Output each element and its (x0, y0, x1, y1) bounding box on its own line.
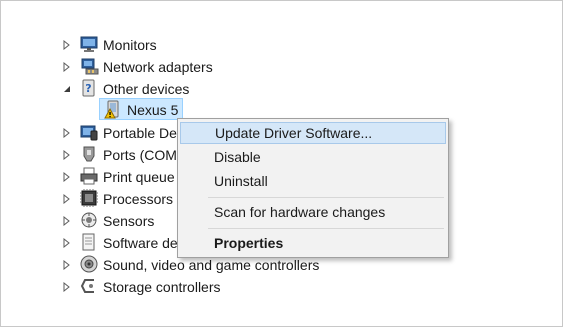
tree-item-nexus-5[interactable]: Nexus 5 (127, 99, 178, 121)
tree-item-print-queues[interactable]: Print queue (103, 166, 175, 188)
tree-item-ports[interactable]: Ports (COM (103, 144, 177, 166)
expand-arrow-icon[interactable] (61, 39, 73, 51)
tree-item-portable-devices[interactable]: Portable De (103, 122, 177, 144)
menu-item-label: Uninstall (214, 173, 268, 189)
expand-arrow-icon[interactable] (61, 61, 73, 73)
storage-controller-icon (79, 276, 99, 296)
speaker-icon (79, 254, 99, 274)
tree-item-software-devices[interactable]: Software de (103, 232, 178, 254)
menu-separator (208, 228, 444, 229)
processor-icon (79, 188, 99, 208)
expand-arrow-icon[interactable] (61, 237, 73, 249)
expand-arrow-icon[interactable] (61, 193, 73, 205)
expand-arrow-icon[interactable] (61, 171, 73, 183)
tree-item-storage-controllers[interactable]: Storage controllers (103, 276, 221, 298)
expand-arrow-icon[interactable] (61, 149, 73, 161)
menu-item-scan-for-hardware-changes[interactable]: Scan for hardware changes (180, 202, 446, 224)
menu-item-label: Scan for hardware changes (214, 204, 386, 220)
tree-item-other-devices[interactable]: Other devices (103, 78, 189, 100)
svg-text:?: ? (85, 82, 91, 95)
port-icon (79, 144, 99, 164)
expand-arrow-icon[interactable] (61, 259, 73, 271)
device-manager-tree-panel: Monitors Network adapters ? Other device… (0, 0, 563, 327)
menu-item-label: Properties (214, 235, 284, 251)
network-adapter-icon (79, 56, 99, 76)
menu-item-label: Update Driver Software... (215, 125, 373, 141)
tree-item-processors[interactable]: Processors (103, 188, 173, 210)
menu-item-disable[interactable]: Disable (180, 147, 446, 169)
unknown-device-icon: ? (79, 78, 99, 98)
expand-arrow-icon[interactable] (61, 281, 73, 293)
expand-arrow-icon[interactable] (61, 127, 73, 139)
expand-arrow-icon[interactable] (61, 215, 73, 227)
menu-item-label: Disable (214, 149, 261, 165)
tree-item-network-adapters[interactable]: Network adapters (103, 56, 213, 78)
tree-item-monitors[interactable]: Monitors (103, 34, 157, 56)
warning-device-icon (103, 100, 123, 120)
context-menu: Update Driver Software... Disable Uninst… (177, 118, 449, 258)
menu-item-properties[interactable]: Properties (180, 233, 446, 255)
menu-item-uninstall[interactable]: Uninstall (180, 171, 446, 193)
menu-item-update-driver-software[interactable]: Update Driver Software... (180, 122, 446, 144)
menu-separator (208, 197, 444, 198)
printer-icon (79, 166, 99, 186)
sensor-icon (79, 210, 99, 230)
collapse-arrow-icon[interactable] (61, 83, 73, 95)
portable-device-icon (79, 122, 99, 142)
monitor-icon (79, 34, 99, 54)
software-device-icon (79, 232, 99, 252)
tree-item-sensors[interactable]: Sensors (103, 210, 154, 232)
